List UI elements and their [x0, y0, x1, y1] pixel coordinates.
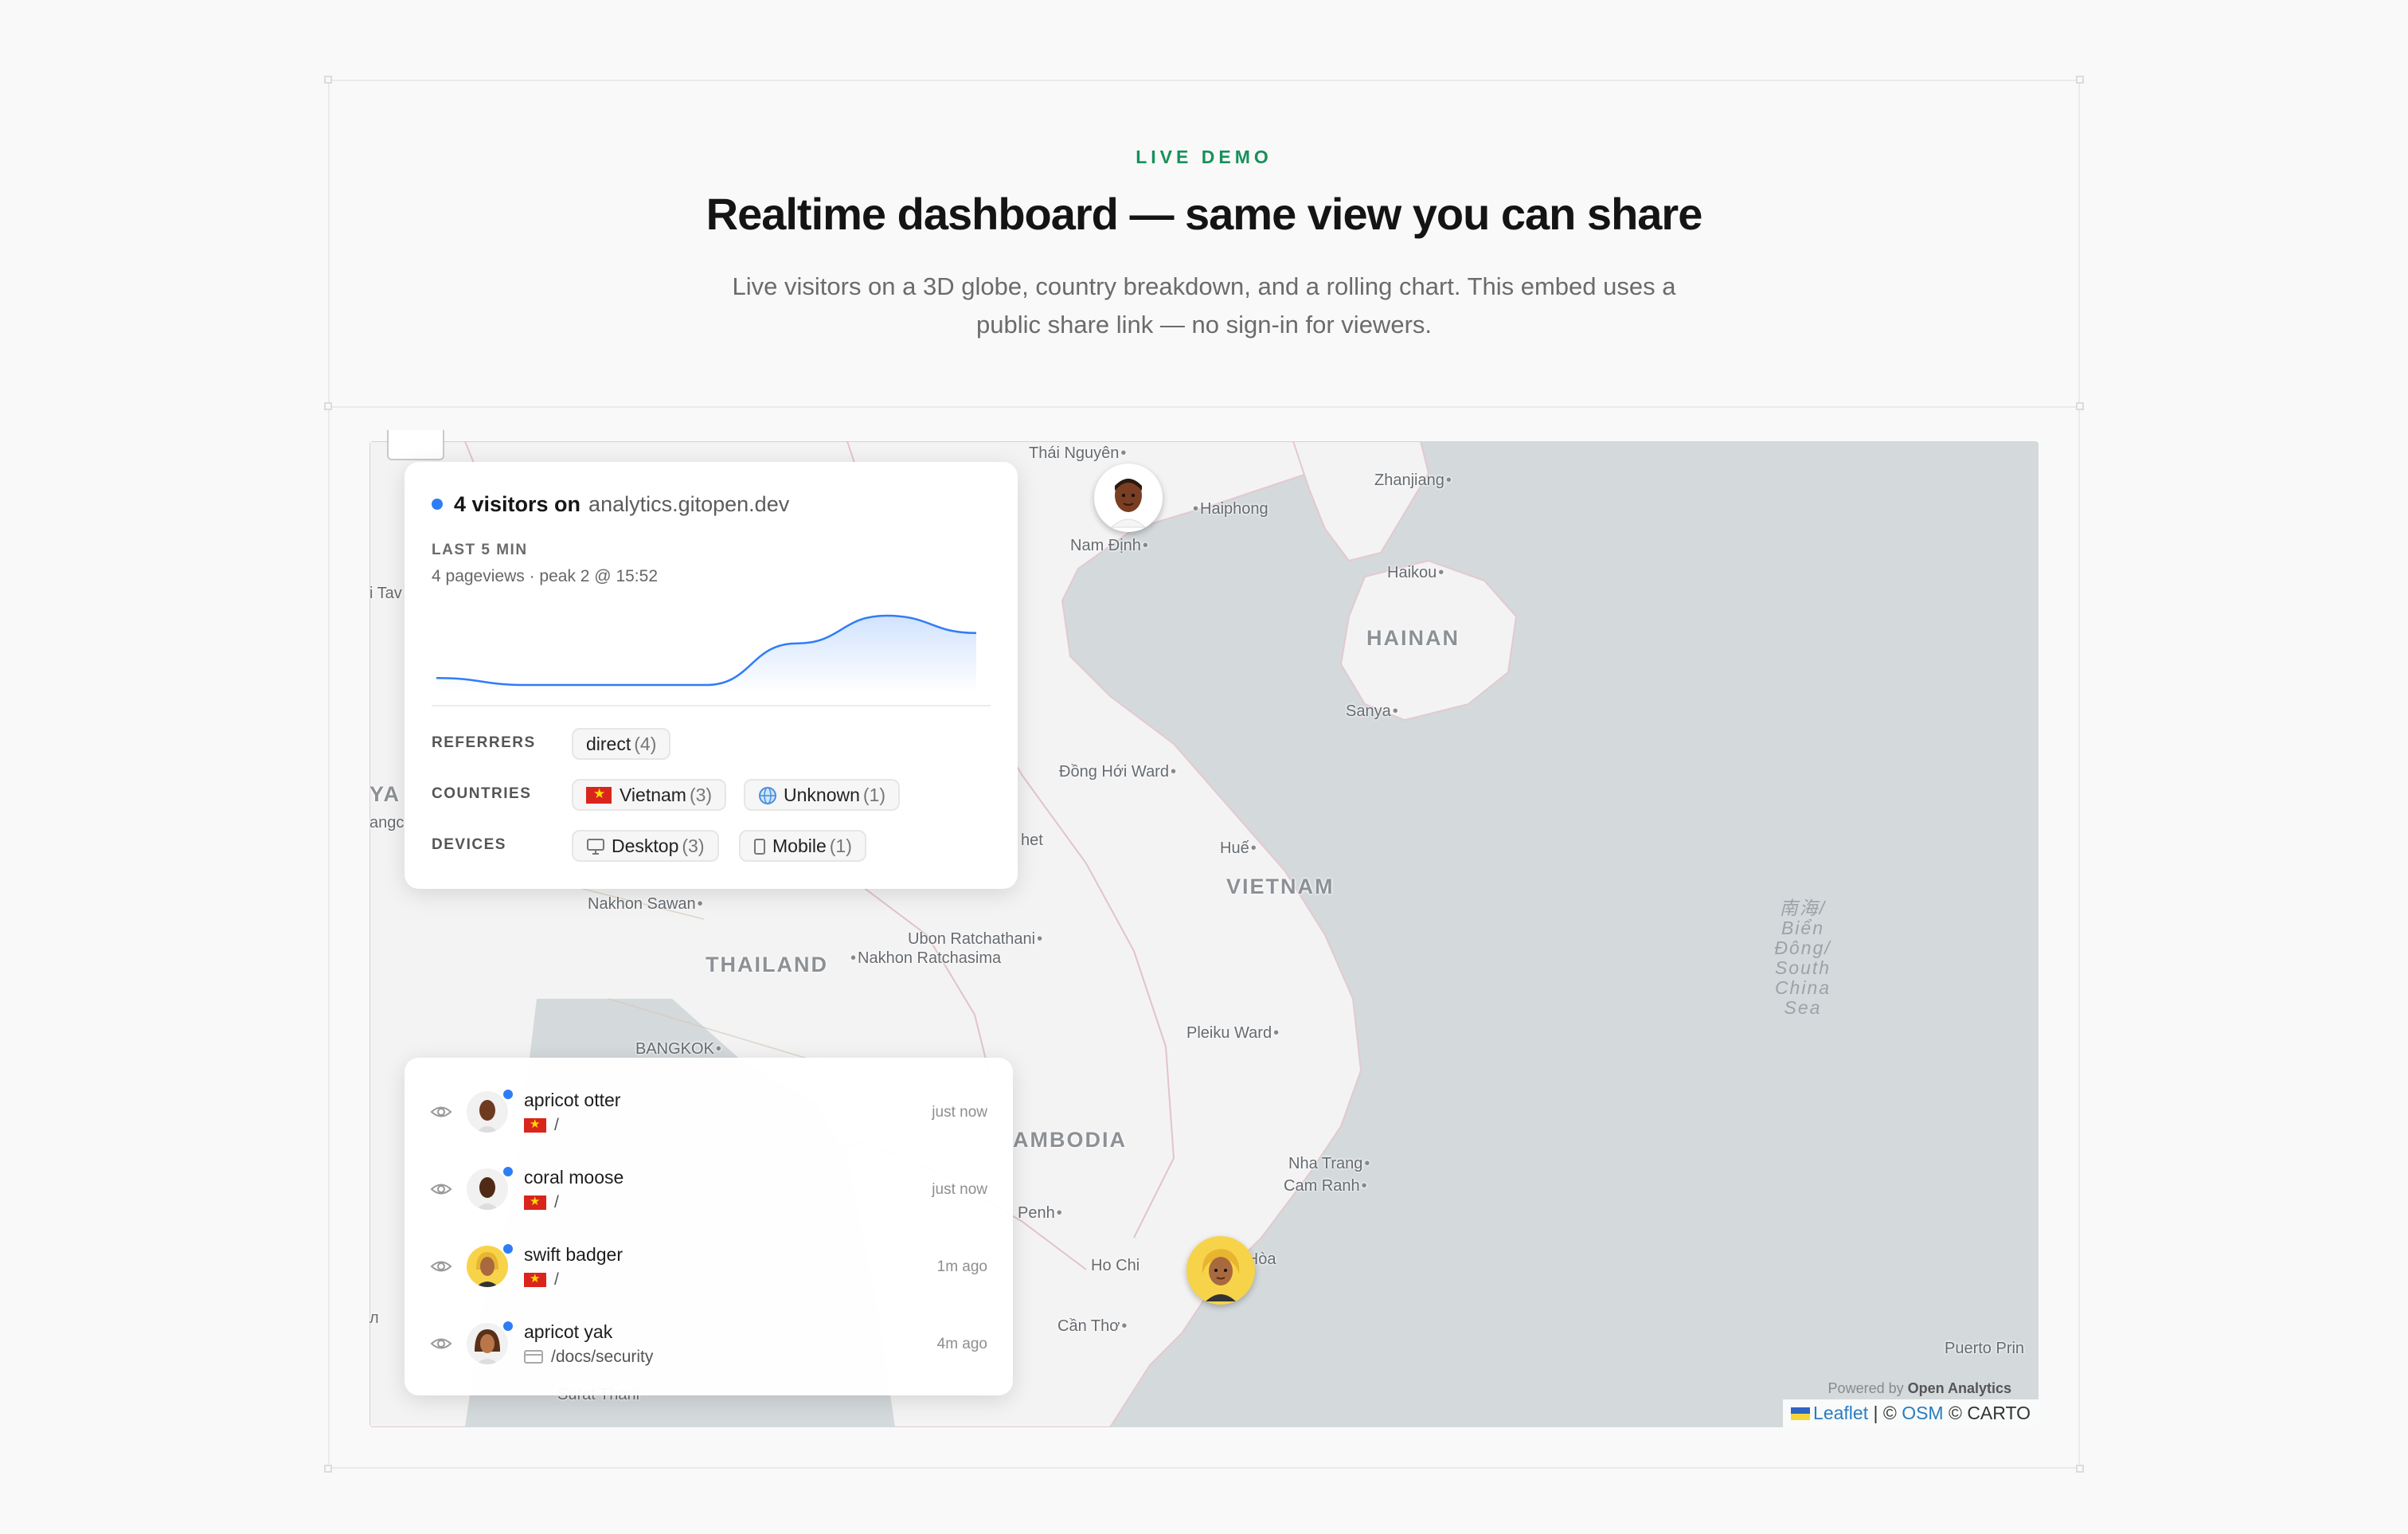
- map-label: HAINAN: [1366, 626, 1460, 650]
- map-label: Nha Trang: [1288, 1155, 1370, 1173]
- visitor-marker[interactable]: [1094, 464, 1163, 532]
- section-divider: [328, 406, 2080, 408]
- online-dot-icon: [502, 1088, 514, 1101]
- visitor-path: /docs/security: [524, 1348, 653, 1367]
- map-label: Nakhon Sawan: [588, 895, 703, 914]
- list-item[interactable]: coral moose / just now: [405, 1157, 1013, 1234]
- window-meta: 4 pageviews · peak 2 @ 15:52: [432, 567, 658, 585]
- visitor-time: just now: [932, 1104, 987, 1121]
- visitor-time: just now: [932, 1181, 987, 1198]
- frame-corner: [324, 402, 332, 410]
- visitor-time: 1m ago: [936, 1258, 987, 1275]
- vietnam-flag-icon: [524, 1115, 546, 1134]
- map-label: Haiphong: [1193, 500, 1268, 519]
- map-zoom-control[interactable]: [387, 430, 444, 460]
- powered-by: Powered by Open Analytics: [1828, 1380, 2011, 1396]
- map-label: Cam Ranh: [1284, 1177, 1367, 1196]
- section-subtitle: Live visitors on a 3D globe, country bre…: [732, 272, 1676, 338]
- eye-icon[interactable]: [430, 1257, 452, 1276]
- list-item[interactable]: apricot otter / just now: [405, 1080, 1013, 1156]
- page-icon: [524, 1350, 543, 1364]
- map-label: VIETNAM: [1226, 875, 1335, 898]
- visitor-name: apricot yak: [524, 1321, 613, 1342]
- visitors-heading: 4 visitors on analytics.gitopen.dev: [432, 492, 789, 517]
- recent-visitors-list: apricot otter / just now coral moose / j…: [405, 1058, 1013, 1395]
- map-label: AMBODIA: [1013, 1128, 1127, 1152]
- map-label-sea: 南海/ Biển Đông/ South China Sea: [1774, 898, 1831, 1018]
- country-chip-vietnam[interactable]: Vietnam(3): [572, 779, 727, 811]
- visitor-avatar-icon: [1098, 468, 1159, 528]
- map-label: Pleiku Ward: [1186, 1024, 1279, 1043]
- visitor-path: /: [524, 1192, 559, 1212]
- map-label: Ho Chi: [1091, 1257, 1140, 1274]
- map-label: Haikou: [1387, 564, 1444, 582]
- map-label: THAILAND: [706, 953, 828, 976]
- map-label: het: [1021, 832, 1043, 849]
- map-label: Zhanjiang: [1374, 472, 1452, 490]
- desktop-icon: [587, 839, 604, 855]
- window-label: LAST 5 MIN: [432, 542, 528, 558]
- map-label: Huế: [1220, 839, 1257, 858]
- map-label: i Tav: [369, 585, 402, 602]
- online-dot-icon: [502, 1242, 514, 1255]
- device-chip-mobile[interactable]: Mobile (1): [739, 830, 866, 862]
- site-domain: analytics.gitopen.dev: [588, 492, 790, 516]
- online-dot-icon: [502, 1320, 514, 1332]
- list-item[interactable]: apricot yak /docs/security 4m ago: [405, 1312, 1013, 1388]
- section-eyebrow: LIVE DEMO: [1136, 147, 1272, 167]
- devices-label: DEVICES: [432, 836, 506, 853]
- map-label: angc: [369, 814, 405, 832]
- eye-icon[interactable]: [430, 1102, 452, 1121]
- eye-icon[interactable]: [430, 1334, 452, 1353]
- map-label: Penh: [1018, 1204, 1062, 1223]
- map-label: Thái Nguyên: [1029, 444, 1126, 463]
- live-stats-card: 4 visitors on analytics.gitopen.dev LAST …: [405, 462, 1018, 889]
- map-label: Nam Định: [1070, 537, 1148, 555]
- visitor-avatar-icon: [1190, 1240, 1251, 1301]
- map-label: Puerto Prin: [1945, 1340, 2025, 1357]
- visitor-marker[interactable]: [1186, 1236, 1255, 1305]
- visitor-name: coral moose: [524, 1167, 624, 1188]
- leaflet-link[interactable]: Leaflet: [1813, 1403, 1868, 1423]
- card-divider: [432, 705, 991, 706]
- live-indicator-icon: [432, 499, 443, 510]
- frame-corner: [324, 76, 332, 84]
- eye-icon[interactable]: [430, 1180, 452, 1199]
- vietnam-flag-icon: [524, 1270, 546, 1289]
- osm-link[interactable]: OSM: [1902, 1403, 1943, 1423]
- visitor-name: apricot otter: [524, 1090, 621, 1110]
- visitor-time: 4m ago: [936, 1336, 987, 1352]
- online-dot-icon: [502, 1165, 514, 1178]
- visitor-path: /: [524, 1115, 559, 1135]
- section-title: Realtime dashboard — same view you can s…: [706, 189, 1703, 239]
- map-label: YA: [369, 782, 401, 806]
- map-label: Ubon Ratchathani: [908, 930, 1042, 949]
- frame-corner: [2076, 1465, 2084, 1473]
- device-chip-desktop[interactable]: Desktop (3): [572, 830, 719, 862]
- mobile-icon: [754, 839, 765, 855]
- pageviews-chart: [436, 614, 977, 693]
- map-attribution: Leaflet | © OSM © CARTO: [1783, 1399, 2039, 1427]
- country-chip-unknown[interactable]: Unknown (1): [744, 779, 901, 811]
- map-label: Nakhon Ratchasima: [850, 949, 1001, 968]
- vietnam-flag-icon: [524, 1192, 546, 1211]
- vietnam-flag-icon: [586, 785, 612, 804]
- globe-icon: [759, 787, 776, 804]
- map-label: Sanya: [1346, 702, 1398, 721]
- visitor-name: swift badger: [524, 1244, 624, 1265]
- frame-corner: [2076, 402, 2084, 410]
- map-label: Đồng Hới Ward: [1059, 763, 1176, 781]
- map-label: BANGKOK: [635, 1040, 721, 1059]
- referrers-label: REFERRERS: [432, 734, 536, 751]
- referrer-chip-direct[interactable]: direct (4): [572, 728, 671, 760]
- ukraine-flag-icon: [1791, 1407, 1811, 1420]
- frame-corner: [2076, 76, 2084, 84]
- list-item[interactable]: swift badger / 1m ago: [405, 1235, 1013, 1311]
- frame-corner: [324, 1465, 332, 1473]
- map-label: Cần Thơ: [1057, 1317, 1127, 1336]
- countries-label: COUNTRIES: [432, 785, 532, 802]
- map-label: л: [369, 1309, 379, 1327]
- visitor-path: /: [524, 1270, 559, 1289]
- chart-area-fill: [436, 616, 976, 693]
